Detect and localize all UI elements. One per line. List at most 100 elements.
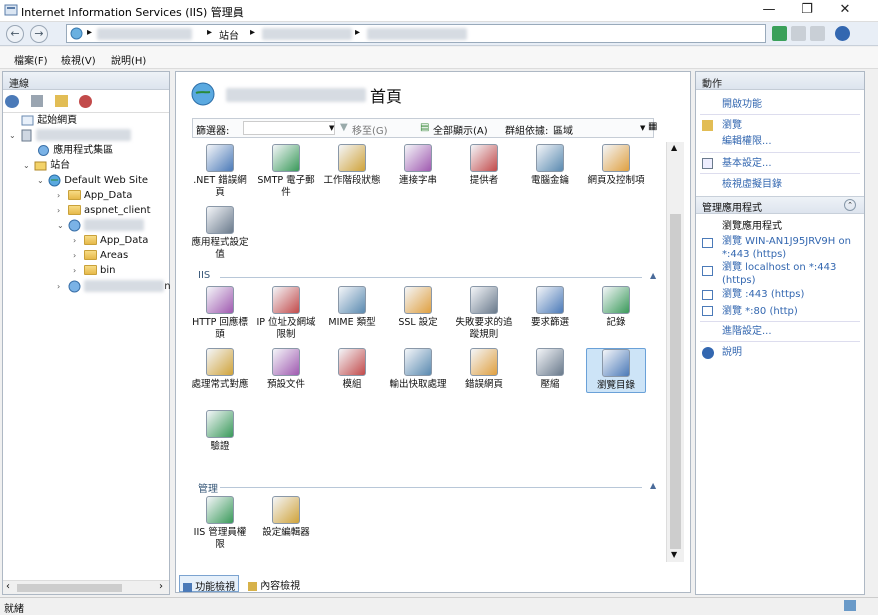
filter-dropdown-icon[interactable]: ▼: [329, 124, 334, 132]
collapse-arrow-icon[interactable]: ⌄: [9, 128, 18, 143]
save-icon[interactable]: [31, 95, 43, 107]
close-button[interactable]: ✕: [826, 0, 864, 22]
browse-link-3[interactable]: 瀏覽 :443 (https): [722, 288, 804, 301]
breadcrumb-sites[interactable]: 站台: [219, 27, 239, 42]
forward-button[interactable]: →: [30, 25, 48, 43]
tree-aspnet-client[interactable]: › aspnet_client: [57, 203, 151, 218]
tree-app-data[interactable]: › App_Data: [57, 188, 132, 203]
feature-item[interactable]: 瀏覽目錄: [586, 348, 646, 393]
scroll-right-icon[interactable]: ›: [159, 581, 163, 592]
collapse-icon[interactable]: ⌃: [844, 199, 856, 211]
feature-item[interactable]: 驗證: [190, 410, 250, 453]
help-icon[interactable]: [835, 26, 850, 41]
request-filtering-icon: [536, 286, 564, 314]
maximize-button[interactable]: ❐: [788, 0, 826, 22]
menu-file[interactable]: 檔案(F): [14, 52, 48, 67]
open-feature-link[interactable]: 開啟功能: [722, 98, 762, 111]
feature-item[interactable]: 預設文件: [256, 348, 316, 391]
feature-item[interactable]: 網頁及控制項: [586, 144, 646, 187]
breadcrumb[interactable]: ▸ ▸ 站台 ▸ ▸: [66, 24, 766, 43]
feature-item[interactable]: .NET 錯誤網頁: [190, 144, 250, 199]
tree-bin[interactable]: › bin: [73, 263, 115, 278]
scroll-thumb[interactable]: [17, 584, 122, 592]
expand-arrow-icon[interactable]: ›: [73, 263, 82, 278]
expand-arrow-icon[interactable]: ›: [73, 233, 82, 248]
tab-features-view[interactable]: 功能檢視: [179, 575, 239, 593]
redacted-server: [97, 28, 192, 40]
browse-link-2[interactable]: 瀏覽 localhost on *:443 (https): [722, 261, 862, 287]
browse-link-1[interactable]: 瀏覽 WIN-AN1J95JRV9H on *:443 (https): [722, 235, 862, 261]
feature-item[interactable]: 要求篩選: [520, 286, 580, 329]
feature-item[interactable]: 應用程式設定值: [190, 206, 250, 261]
tree-start-page[interactable]: 起始網頁: [21, 113, 77, 128]
browse-link-4[interactable]: 瀏覽 *:80 (http): [722, 305, 798, 318]
expand-arrow-icon[interactable]: ›: [73, 248, 82, 263]
collapse-group-icon[interactable]: ▲: [650, 481, 656, 490]
feature-label: 應用程式設定值: [191, 237, 249, 260]
feature-item[interactable]: 壓縮: [520, 348, 580, 391]
feature-item[interactable]: 錯誤網頁: [454, 348, 514, 391]
tab-content-view[interactable]: 內容檢視: [245, 575, 309, 592]
collapse-arrow-icon[interactable]: ⌄: [57, 218, 66, 233]
expand-arrow-icon[interactable]: ›: [57, 188, 66, 203]
scroll-down-icon[interactable]: ▼: [671, 550, 677, 559]
feature-item[interactable]: 處理常式對應: [190, 348, 250, 391]
feature-item[interactable]: 模組: [322, 348, 382, 391]
tree-server[interactable]: ⌄: [9, 128, 132, 143]
refresh-icon[interactable]: [772, 26, 787, 41]
group-dropdown-icon[interactable]: ▼: [640, 124, 645, 132]
tree-app-2[interactable]: › n: [57, 279, 171, 294]
disconnect-icon[interactable]: [79, 95, 92, 108]
collapse-arrow-icon[interactable]: ⌄: [23, 158, 32, 173]
horizontal-scrollbar[interactable]: ‹ ›: [3, 580, 169, 594]
feature-item[interactable]: 失敗要求的追蹤規則: [454, 286, 514, 341]
feature-item[interactable]: IIS 管理員權限: [190, 496, 250, 551]
back-button[interactable]: ←: [6, 25, 24, 43]
feature-item[interactable]: HTTP 回應標頭: [190, 286, 250, 341]
feature-item[interactable]: 連接字串: [388, 144, 448, 187]
connect-icon[interactable]: [5, 95, 19, 108]
up-icon[interactable]: [55, 95, 68, 107]
view-toggle-icon[interactable]: ▦: [648, 121, 657, 132]
explore-link[interactable]: 瀏覽: [722, 119, 742, 132]
tree-app[interactable]: ⌄: [57, 218, 145, 233]
minimize-button[interactable]: —: [750, 0, 788, 22]
feature-item[interactable]: MIME 類型: [322, 286, 382, 329]
home-icon[interactable]: [810, 26, 825, 41]
feature-item[interactable]: 電腦金鑰: [520, 144, 580, 187]
filter-input[interactable]: [243, 121, 335, 135]
collapse-arrow-icon[interactable]: ⌄: [37, 173, 46, 188]
scroll-up-icon[interactable]: ▲: [671, 143, 677, 152]
expand-arrow-icon[interactable]: ›: [57, 279, 66, 294]
feature-item[interactable]: 設定編輯器: [256, 496, 316, 539]
menu-help[interactable]: 說明(H): [111, 52, 146, 67]
feature-item[interactable]: IP 位址及網域限制: [256, 286, 316, 341]
view-vdirs-link[interactable]: 檢視虛擬目錄: [722, 178, 782, 191]
go-button[interactable]: 移至(G): [352, 122, 388, 137]
scroll-left-icon[interactable]: ‹: [6, 581, 10, 592]
expand-arrow-icon[interactable]: ›: [57, 203, 66, 218]
vertical-scrollbar[interactable]: ▲ ▼: [666, 142, 684, 562]
edit-permissions-link[interactable]: 編輯權限...: [722, 135, 772, 148]
tree-app-data-2[interactable]: › App_Data: [73, 233, 148, 248]
tree-areas[interactable]: › Areas: [73, 248, 128, 263]
basic-settings-link[interactable]: 基本設定...: [722, 157, 772, 170]
feature-item[interactable]: 記錄: [586, 286, 646, 329]
tree-app-pools[interactable]: 應用程式集區: [37, 143, 113, 158]
advanced-settings-link[interactable]: 進階設定...: [722, 325, 772, 338]
tree-sites[interactable]: ⌄ 站台: [23, 158, 70, 173]
tree-default-site[interactable]: ⌄ Default Web Site: [37, 173, 148, 188]
group-by-select[interactable]: 區域: [553, 122, 573, 137]
show-all-button[interactable]: 全部顯示(A): [433, 122, 488, 137]
feature-item[interactable]: SSL 設定: [388, 286, 448, 329]
feature-item[interactable]: SMTP 電子郵件: [256, 144, 316, 199]
help-link[interactable]: 說明: [722, 346, 742, 359]
stop-icon[interactable]: [791, 26, 806, 41]
feature-item[interactable]: 輸出快取處理: [388, 348, 448, 391]
start-page-icon: [21, 115, 34, 125]
menu-view[interactable]: 檢視(V): [61, 52, 96, 67]
feature-item[interactable]: 提供者: [454, 144, 514, 187]
feature-item[interactable]: 工作階段狀態: [322, 144, 382, 187]
scroll-thumb[interactable]: [670, 214, 681, 549]
collapse-group-icon[interactable]: ▲: [650, 271, 656, 280]
